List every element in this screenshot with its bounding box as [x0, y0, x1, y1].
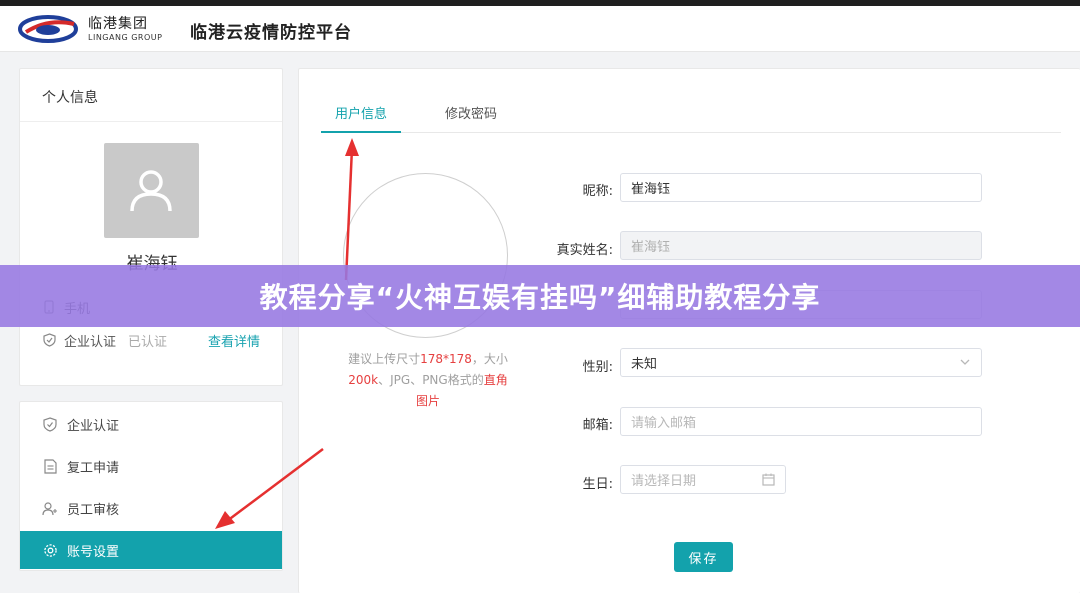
- enterprise-status: 已认证: [128, 334, 168, 350]
- upload-hint-highlight: 图片: [415, 394, 440, 408]
- menu-item-account-settings[interactable]: 账号设置: [20, 531, 282, 569]
- menu-item-label: 复工申请: [67, 460, 120, 476]
- app-header: 临港集团 LINGANG GROUP 临港云疫情防控平台: [0, 6, 1080, 52]
- email-input[interactable]: 请输入邮箱: [620, 407, 982, 436]
- side-menu: 企业认证 复工申请 员工审核 账号设置: [19, 401, 283, 571]
- realname-input: 崔海钰: [620, 231, 982, 260]
- shield-check-icon: [42, 416, 58, 432]
- users-icon: [42, 500, 58, 516]
- upload-hint-size: 178*178: [420, 352, 472, 366]
- upload-hint-text: ，大小: [471, 352, 508, 366]
- tab-change-password[interactable]: 修改密码: [431, 103, 511, 133]
- shield-check-icon: [42, 333, 56, 347]
- account-settings-panel: 用户信息 修改密码 建议上传尺寸178*178，大小 200k、JPG、PNG格式…: [298, 68, 1080, 593]
- email-label: 邮箱:: [582, 418, 613, 433]
- logo-english-text: LINGANG GROUP: [88, 33, 163, 42]
- view-detail-link[interactable]: 查看详情: [208, 331, 260, 350]
- upload-hint-highlight: 直角: [483, 373, 508, 387]
- chevron-down-icon: [959, 356, 971, 372]
- upload-hint-limit: 200k: [348, 373, 379, 387]
- logo-chinese-text: 临港集团: [88, 16, 148, 32]
- tab-user-info[interactable]: 用户信息: [321, 103, 402, 133]
- document-icon: [42, 458, 58, 474]
- realname-label: 真实姓名:: [556, 243, 613, 258]
- profile-card-title: 个人信息: [20, 69, 282, 122]
- gear-icon: [42, 542, 58, 558]
- birthday-placeholder: 请选择日期: [631, 474, 697, 489]
- menu-item-label: 企业认证: [67, 418, 120, 434]
- menu-item-enterprise-auth[interactable]: 企业认证: [20, 405, 282, 443]
- enterprise-label: 企业认证: [64, 334, 117, 350]
- app-title: 临港云疫情防控平台: [190, 23, 352, 43]
- menu-item-label: 账号设置: [67, 544, 120, 560]
- avatar[interactable]: [104, 143, 199, 238]
- menu-item-employee-review[interactable]: 员工审核: [20, 489, 282, 527]
- upload-hint-text: 建议上传尺寸: [348, 352, 421, 366]
- overlay-banner: 教程分享“火神互娱有挂吗”细辅助教程分享: [0, 265, 1080, 327]
- upload-hint-text: 、JPG、PNG格式的: [378, 373, 484, 387]
- tab-bar: 用户信息 修改密码: [321, 99, 1061, 133]
- profile-card: 个人信息 崔海钰 手机 企业认证 已认证 查看详情: [19, 68, 283, 386]
- upload-hint: 建议上传尺寸178*178，大小 200k、JPG、PNG格式的直角图片: [343, 349, 513, 412]
- lingang-logo[interactable]: 临港集团 LINGANG GROUP: [18, 10, 168, 48]
- birthday-date-picker[interactable]: 请选择日期: [620, 465, 786, 494]
- birthday-label: 生日:: [582, 477, 613, 492]
- banner-text: 教程分享“火神互娱有挂吗”细辅助教程分享: [259, 281, 821, 314]
- menu-item-label: 员工审核: [67, 502, 120, 518]
- enterprise-row: 企业认证 已认证: [42, 331, 168, 350]
- user-silhouette-icon: [130, 170, 172, 212]
- gender-label: 性别:: [582, 360, 613, 375]
- nickname-label: 昵称:: [582, 184, 613, 199]
- lingang-logo-mark-icon: [18, 15, 78, 43]
- gender-select[interactable]: 未知: [620, 348, 982, 377]
- gender-value: 未知: [631, 357, 658, 372]
- nickname-input[interactable]: 崔海钰: [620, 173, 982, 202]
- menu-item-resume-application[interactable]: 复工申请: [20, 447, 282, 485]
- calendar-icon: [762, 473, 775, 490]
- save-button[interactable]: 保存: [674, 542, 733, 572]
